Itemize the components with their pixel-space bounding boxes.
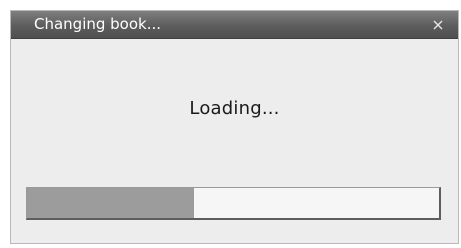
window-title: Changing book... xyxy=(34,15,162,33)
progress-bar xyxy=(26,187,441,220)
close-icon xyxy=(433,20,443,30)
close-button[interactable] xyxy=(430,17,446,33)
loading-dialog: Changing book... Loading... xyxy=(10,10,459,244)
loading-message: Loading... xyxy=(189,98,280,119)
progress-bar-fill xyxy=(27,188,194,218)
title-bar[interactable]: Changing book... xyxy=(11,11,458,39)
